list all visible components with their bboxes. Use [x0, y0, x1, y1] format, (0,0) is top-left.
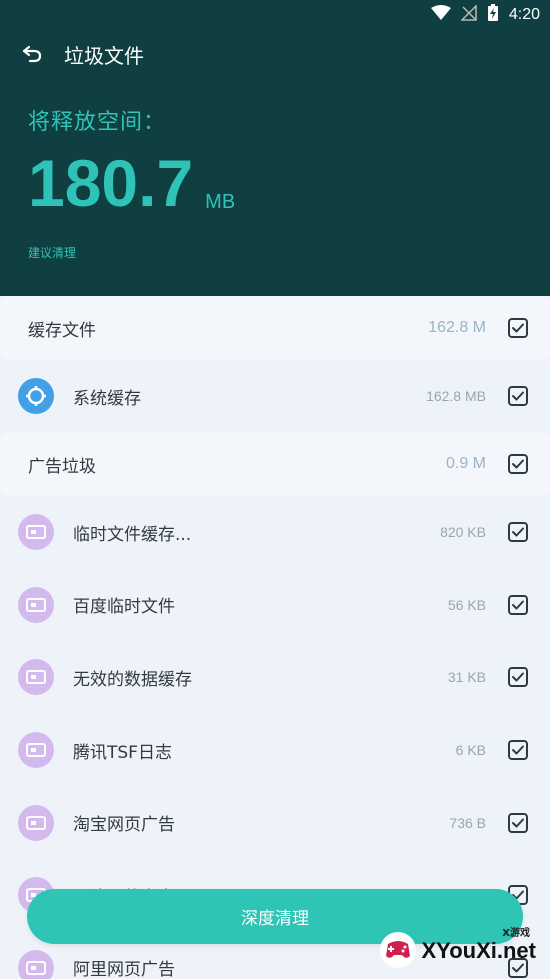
list-item[interactable]: 腾讯TSF日志 6 KB: [0, 713, 550, 787]
back-icon[interactable]: [20, 41, 46, 67]
group-checkbox[interactable]: [508, 454, 528, 474]
list-item[interactable]: 临时文件缓存... 820 KB: [0, 496, 550, 569]
release-label: 将释放空间：: [28, 110, 167, 135]
group-title: 广告垃圾: [28, 456, 96, 477]
page-title: 垃圾文件: [64, 43, 144, 68]
watermark: X游戏 XYouXi.net: [372, 924, 544, 976]
wifi-icon: [430, 5, 451, 25]
list-item[interactable]: 系统缓存 162.8 MB: [0, 360, 550, 432]
item-label: 腾讯TSF日志: [73, 742, 172, 763]
ad-icon: [18, 949, 54, 979]
item-checkbox[interactable]: [508, 667, 528, 688]
list-item[interactable]: 百度临时文件 56 KB: [0, 568, 550, 642]
ad-icon: [18, 514, 54, 551]
item-label: 阿里网页广告: [73, 960, 175, 979]
junk-list: 缓存文件 162.8 M 系统缓存 162.8 MB 广告垃圾 0.9 M 临时…: [0, 296, 550, 979]
item-label: 无效的数据缓存: [73, 669, 192, 690]
item-checkbox[interactable]: [508, 386, 528, 406]
item-label: 百度临时文件: [73, 597, 175, 618]
ad-icon: [18, 659, 54, 696]
battery-charging-icon: [487, 4, 499, 26]
item-checkbox[interactable]: [508, 812, 528, 833]
item-size: 31 KB: [447, 669, 486, 686]
suggest-text: 建议清理: [28, 246, 77, 260]
item-label: 淘宝网页广告: [73, 815, 175, 836]
status-bar: 4:20: [430, 4, 540, 26]
gamepad-logo-icon: [378, 930, 418, 970]
item-checkbox[interactable]: [508, 740, 528, 761]
status-time: 4:20: [508, 6, 540, 23]
item-label: 系统缓存: [73, 388, 141, 409]
no-signal-icon: [460, 4, 477, 25]
group-title: 缓存文件: [28, 320, 96, 341]
gear-icon: [18, 378, 54, 414]
list-item[interactable]: 淘宝网页广告 736 B: [0, 786, 550, 859]
item-size: 736 B: [449, 814, 486, 831]
ad-icon: [18, 804, 54, 841]
item-size: 56 KB: [447, 596, 486, 613]
size-unit: MB: [205, 191, 236, 213]
release-size: 180.7 MB: [28, 150, 235, 216]
group-header-cache[interactable]: 缓存文件 162.8 M: [0, 296, 550, 360]
group-checkbox[interactable]: [508, 318, 528, 338]
item-checkbox[interactable]: [508, 594, 528, 615]
ad-icon: [18, 732, 54, 769]
group-size: 162.8 M: [428, 319, 486, 336]
group-header-ads[interactable]: 广告垃圾 0.9 M: [0, 432, 550, 496]
watermark-small: X游戏: [502, 928, 530, 939]
size-value: 180.7: [28, 146, 194, 220]
item-checkbox[interactable]: [508, 522, 528, 543]
top-bar: 垃圾文件: [0, 36, 550, 72]
item-size: 162.8 MB: [426, 388, 486, 404]
item-size: 820 KB: [440, 524, 486, 541]
item-size: 6 KB: [455, 742, 486, 759]
watermark-big: XYouXi.net: [421, 938, 537, 963]
item-label: 临时文件缓存...: [73, 524, 192, 545]
list-item[interactable]: 无效的数据缓存 31 KB: [0, 641, 550, 714]
ad-icon: [18, 586, 54, 623]
header-panel: 4:20 垃圾文件 将释放空间： 180.7 MB 建议清理: [0, 0, 550, 296]
group-size: 0.9 M: [445, 455, 486, 472]
